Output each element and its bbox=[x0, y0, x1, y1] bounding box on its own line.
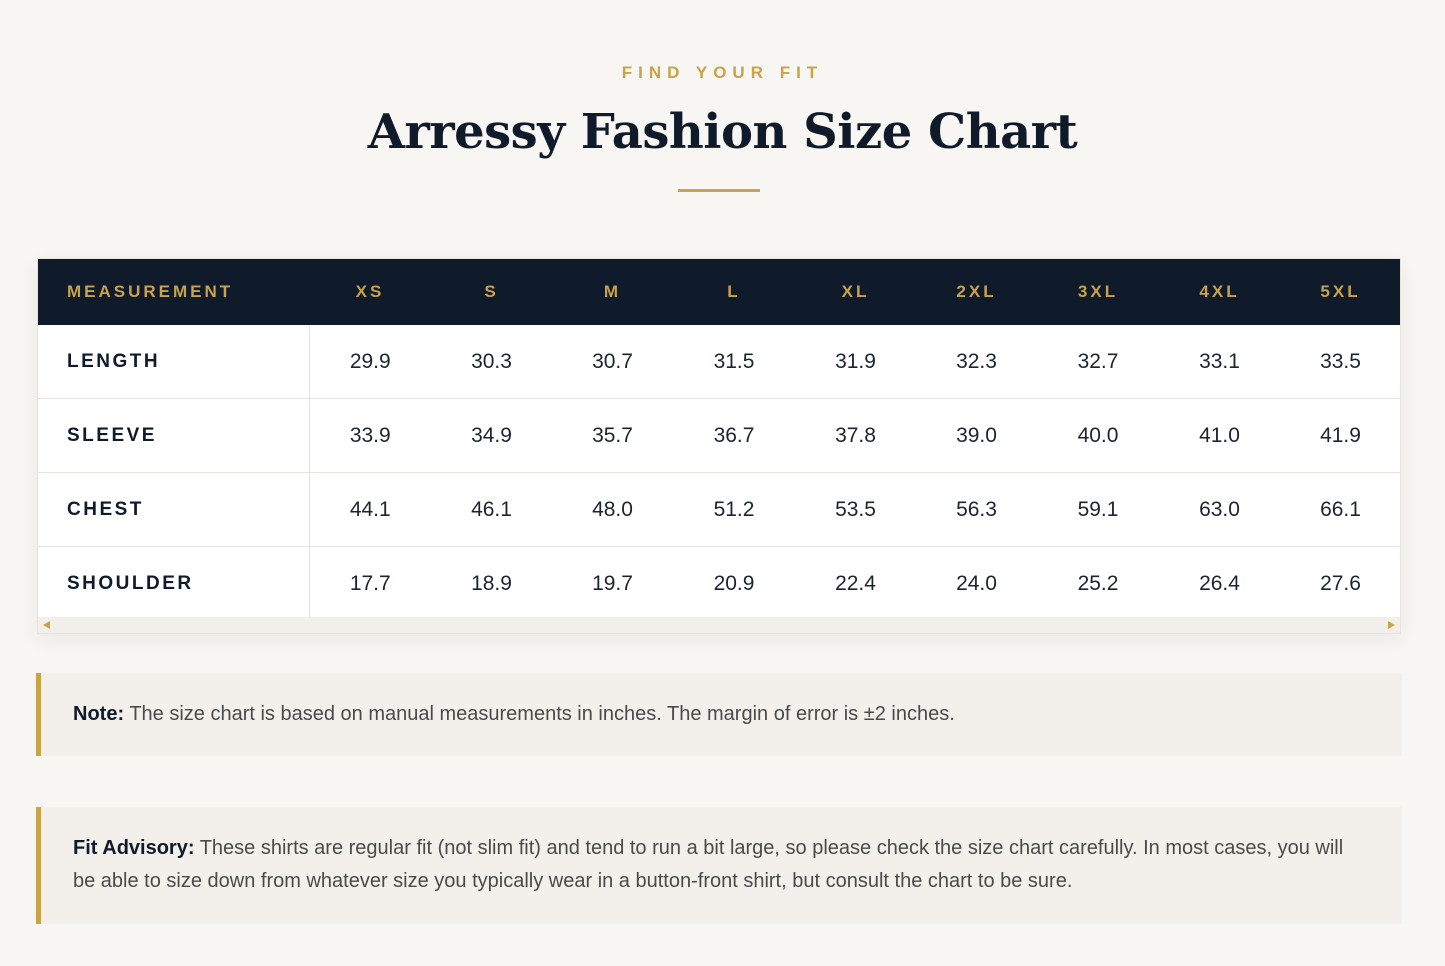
row-label-chest: CHEST bbox=[38, 472, 310, 547]
column-header-l: L bbox=[673, 259, 795, 325]
note-label: Note: bbox=[73, 703, 125, 725]
table-cell: 36.7 bbox=[673, 398, 795, 473]
table-cell: 34.9 bbox=[431, 398, 552, 473]
column-header-3xl: 3XL bbox=[1037, 259, 1159, 325]
row-label-shoulder: SHOULDER bbox=[38, 546, 310, 620]
table-cell: 39.0 bbox=[916, 398, 1037, 473]
column-header-xs: XS bbox=[309, 259, 431, 325]
note-text: The size chart is based on manual measur… bbox=[129, 703, 955, 725]
table-cell: 24.0 bbox=[956, 571, 997, 595]
measurement-note: Note: The size chart is based on manual … bbox=[36, 673, 1402, 756]
table-cell: 29.9 bbox=[309, 325, 431, 399]
table-row-shoulder: SHOULDER 17.7 18.9 19.7 20.9 22.4 24.0 2… bbox=[38, 546, 1400, 620]
table-cell: 48.0 bbox=[552, 472, 673, 547]
eyebrow-label: FIND YOUR FIT bbox=[621, 63, 824, 82]
fit-advisory-text: These shirts are regular fit (not slim f… bbox=[73, 837, 1344, 892]
table-cell: 33.5 bbox=[1280, 325, 1400, 399]
table-cell: 27.6 bbox=[1320, 571, 1361, 595]
table-cell: 32.3 bbox=[916, 325, 1037, 399]
row-label-length: LENGTH bbox=[38, 325, 310, 399]
size-chart-table: MEASUREMENT XS S M L XL 2XL 3XL 4XL 5XL … bbox=[38, 259, 1400, 620]
column-header-xl: XL bbox=[795, 259, 916, 325]
fit-advisory-label: Fit Advisory: bbox=[73, 837, 195, 859]
scroll-right-arrow-icon[interactable] bbox=[1388, 621, 1395, 629]
table-row-chest: CHEST 44.1 46.1 48.0 51.2 53.5 56.3 59.1… bbox=[38, 472, 1400, 547]
column-header-measurement: MEASUREMENT bbox=[38, 259, 309, 325]
table-cell: 46.1 bbox=[431, 472, 552, 547]
table-cell: 32.7 bbox=[1037, 325, 1159, 399]
table-cell: 51.2 bbox=[673, 472, 795, 547]
table-cell: 63.0 bbox=[1159, 472, 1280, 547]
table-cell: 41.9 bbox=[1280, 398, 1400, 473]
table-cell: 33.1 bbox=[1159, 325, 1280, 399]
table-row-length: LENGTH 29.9 30.3 30.7 31.5 31.9 32.3 32.… bbox=[38, 325, 1400, 399]
size-chart-table-container: MEASUREMENT XS S M L XL 2XL 3XL 4XL 5XL … bbox=[37, 258, 1401, 634]
table-cell: 26.4 bbox=[1199, 571, 1240, 595]
page-title: Arressy Fashion Size Chart bbox=[367, 104, 1078, 160]
table-cell: 37.8 bbox=[795, 398, 916, 473]
table-cell: 53.5 bbox=[795, 472, 916, 547]
table-cell: 30.7 bbox=[552, 325, 673, 399]
title-divider bbox=[678, 189, 760, 192]
horizontal-scrollbar[interactable] bbox=[38, 617, 1400, 633]
table-cell: 31.9 bbox=[795, 325, 916, 399]
row-label-sleeve: SLEEVE bbox=[38, 398, 310, 473]
table-cell: 17.7 bbox=[349, 571, 391, 595]
table-cell: 25.2 bbox=[1077, 571, 1119, 595]
table-cell: 30.3 bbox=[431, 325, 552, 399]
column-header-4xl: 4XL bbox=[1159, 259, 1280, 325]
table-cell: 18.9 bbox=[471, 571, 512, 595]
scroll-left-arrow-icon[interactable] bbox=[43, 621, 50, 629]
table-cell: 35.7 bbox=[552, 398, 673, 473]
table-cell: 20.9 bbox=[713, 571, 755, 595]
table-cell: 44.1 bbox=[309, 472, 431, 547]
table-cell: 19.7 bbox=[592, 571, 633, 595]
table-cell: 41.0 bbox=[1159, 398, 1280, 473]
table-cell: 40.0 bbox=[1037, 398, 1159, 473]
table-row-sleeve: SLEEVE 33.9 34.9 35.7 36.7 37.8 39.0 40.… bbox=[38, 398, 1400, 473]
column-header-5xl: 5XL bbox=[1280, 259, 1400, 325]
table-cell: 22.4 bbox=[835, 571, 876, 595]
table-cell: 66.1 bbox=[1280, 472, 1400, 547]
fit-advisory-note: Fit Advisory: These shirts are regular f… bbox=[36, 807, 1402, 924]
column-header-s: S bbox=[431, 259, 552, 325]
column-header-m: M bbox=[552, 259, 673, 325]
table-cell: 59.1 bbox=[1037, 472, 1159, 547]
table-cell: 33.9 bbox=[309, 398, 431, 473]
column-header-2xl: 2XL bbox=[916, 259, 1037, 325]
table-cell: 31.5 bbox=[673, 325, 795, 399]
table-header-row: MEASUREMENT XS S M L XL 2XL 3XL 4XL 5XL bbox=[38, 259, 1400, 325]
table-cell: 56.3 bbox=[916, 472, 1037, 547]
